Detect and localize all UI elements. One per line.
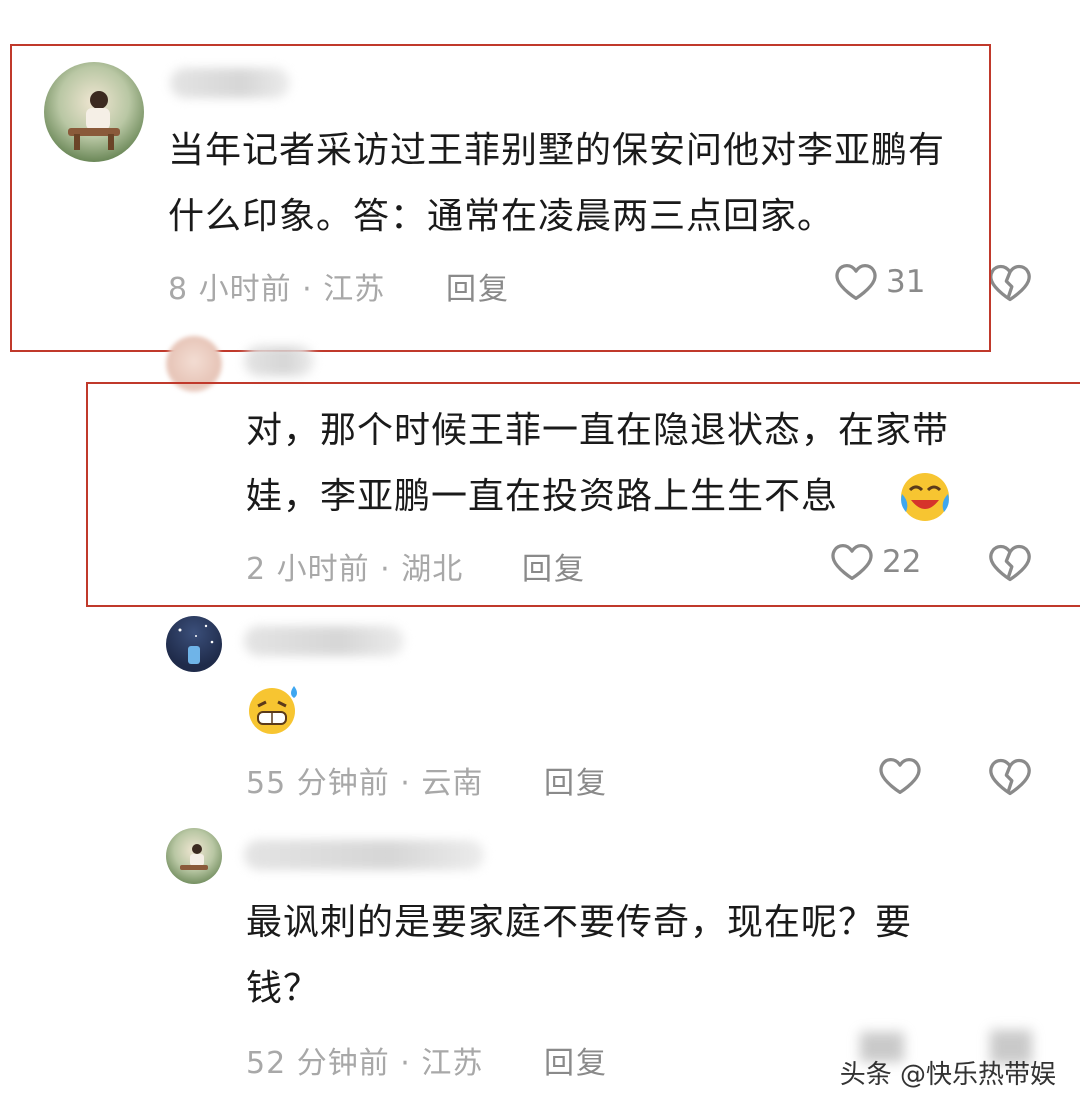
comment-text: 最讽刺的是要家庭不要传奇，现在呢？要	[246, 902, 913, 943]
reply-button[interactable]: 回复	[544, 1038, 608, 1082]
dislike-button[interactable]	[988, 756, 1032, 802]
highlight-box	[86, 382, 1080, 607]
heart-outline-icon	[879, 758, 921, 794]
blurred-username	[244, 840, 484, 870]
reply-button[interactable]: 回复	[544, 758, 608, 802]
watermark: 头条 @快乐热带娱	[839, 1060, 1056, 1090]
comment-meta: 55 分钟前 · 云南	[246, 766, 484, 801]
broken-heart-icon	[989, 758, 1031, 796]
sweat-grin-emoji	[249, 686, 297, 734]
avatar-illustration	[178, 624, 214, 664]
avatar[interactable]	[166, 828, 222, 884]
dislike-button[interactable]	[988, 262, 1032, 308]
blurred-username	[244, 626, 404, 656]
avatar-illustration	[180, 844, 208, 870]
avatar[interactable]	[166, 616, 222, 672]
comment-text: 钱？	[246, 968, 321, 1009]
broken-heart-icon	[989, 264, 1031, 302]
comment-meta: 52 分钟前 · 江苏	[246, 1046, 484, 1081]
highlight-box	[10, 44, 991, 352]
like-button[interactable]	[878, 756, 922, 796]
blurred-username	[244, 346, 314, 376]
